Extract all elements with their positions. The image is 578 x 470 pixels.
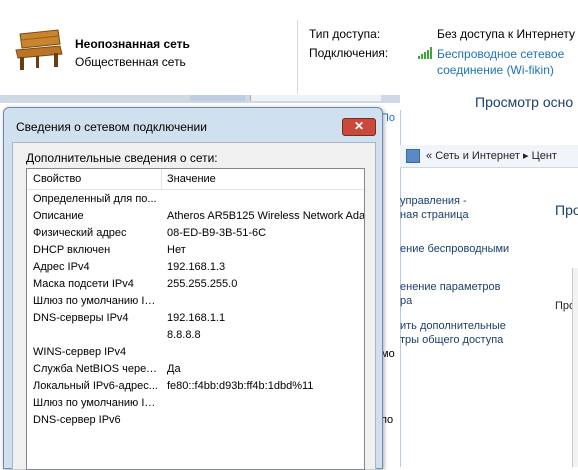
property-cell: Описание	[33, 210, 84, 222]
value-cell: Нет	[167, 244, 186, 256]
value-cell: Да	[167, 363, 181, 375]
table-row[interactable]: Локальный IPv6-адрес... fe80::f4bb:d93b:…	[27, 378, 364, 395]
side-panel	[572, 268, 578, 467]
property-cell: Шлюз по умолчанию IP...	[33, 397, 159, 409]
value-cell: 08-ED-B9-3B-51-6C	[167, 227, 267, 239]
dialog-body: Дополнительные сведения о сети: Свойство…	[12, 142, 376, 470]
connection-link-line2[interactable]: соединение (Wi-fikin)	[437, 62, 577, 78]
column-header-value[interactable]: Значение	[167, 173, 216, 185]
property-cell: Служба NetBIOS через...	[33, 363, 159, 375]
close-button[interactable]: ✕	[342, 118, 376, 136]
value-cell: 192.168.1.3	[167, 261, 226, 273]
table-row[interactable]: WINS-сервер IPv4	[27, 344, 364, 361]
table-row[interactable]: Служба NetBIOS через... Да	[27, 361, 364, 378]
column-header-property[interactable]: Свойство	[33, 173, 81, 185]
sidebar-item[interactable]: ная страница	[400, 208, 469, 222]
divider	[297, 20, 298, 94]
window-tab[interactable]	[190, 95, 245, 101]
property-cell: DNS-серверы IPv4	[33, 312, 129, 324]
sidebar-item[interactable]: управления -	[400, 194, 467, 208]
table-row[interactable]: DNS-серверы IPv4 192.168.1.1	[27, 310, 364, 327]
column-divider[interactable]	[161, 169, 162, 189]
breadcrumb-back[interactable]: «	[426, 150, 432, 162]
text-fragment: По	[381, 112, 396, 124]
table-header: Свойство Значение	[27, 169, 364, 190]
table-row[interactable]: DNS-сервер IPv6	[27, 412, 364, 429]
property-cell: Адрес IPv4	[33, 261, 90, 273]
address-bar[interactable]: « Сеть и Интернет ▸ Цент	[400, 145, 578, 168]
breadcrumb-item[interactable]: Цент	[532, 150, 557, 162]
value-cell: 192.168.1.1	[167, 312, 226, 324]
section-heading: Про	[555, 202, 578, 218]
value-cell: 8.8.8.8	[167, 329, 201, 341]
property-cell: Маска подсети IPv4	[33, 278, 134, 290]
sidebar-item[interactable]: ение беспроводными	[400, 242, 509, 256]
connection-link-line1[interactable]: Беспроводное сетевое	[437, 46, 577, 62]
bench-icon	[15, 29, 63, 70]
table-row[interactable]: 8.8.8.8	[27, 327, 364, 344]
table-row[interactable]: Описание Atheros AR5B125 Wireless Networ…	[27, 208, 364, 225]
details-table[interactable]: Свойство Значение Определенный для по...…	[26, 168, 365, 470]
chevron-right-icon: ▸	[522, 150, 529, 162]
connection-link[interactable]: Беспроводное сетевое соединение (Wi-fiki…	[437, 46, 577, 78]
property-cell: DHCP включен	[33, 244, 111, 256]
sidebar-item[interactable]: ить дополнительные	[400, 319, 506, 333]
network-name: Неопознанная сеть	[75, 37, 190, 51]
property-cell: WINS-сервер IPv4	[33, 346, 127, 358]
details-label: Дополнительные сведения о сети:	[26, 151, 218, 165]
value-cell: Atheros AR5B125 Wireless Network Adap	[167, 210, 365, 222]
network-type[interactable]: Общественная сеть	[75, 55, 186, 69]
connections-label: Подключения:	[309, 46, 389, 60]
access-type-label: Тип доступа:	[309, 27, 381, 41]
table-row[interactable]: Маска подсети IPv4 255.255.255.0	[27, 276, 364, 293]
dialog-title: Сведения о сетевом подключении	[16, 120, 207, 134]
network-folder-icon	[406, 149, 420, 163]
window-tab[interactable]	[250, 95, 381, 101]
value-cell: 255.255.255.0	[167, 278, 238, 290]
table-row[interactable]: Шлюз по умолчанию IP...	[27, 395, 364, 412]
table-row[interactable]: Физический адрес 08-ED-B9-3B-51-6C	[27, 225, 364, 242]
property-cell: DNS-сервер IPv6	[33, 414, 121, 426]
sidebar-item[interactable]: енение параметров	[400, 280, 500, 294]
breadcrumb: « Сеть и Интернет ▸ Цент	[426, 149, 557, 162]
table-row[interactable]: Адрес IPv4 192.168.1.3	[27, 259, 364, 276]
table-row[interactable]: Определенный для по...	[27, 191, 364, 208]
access-type-value: Без доступа к Интернету	[437, 27, 576, 41]
network-status-panel: Неопознанная сеть Общественная сеть Тип …	[0, 0, 578, 95]
close-icon: ✕	[353, 119, 365, 133]
property-cell: Физический адрес	[33, 227, 127, 239]
text-fragment: мо	[381, 348, 395, 360]
breadcrumb-item[interactable]: Сеть и Интернет	[435, 150, 520, 162]
network-details-dialog: Сведения о сетевом подключении ✕ Дополни…	[3, 107, 383, 470]
property-cell: Определенный для по...	[33, 193, 157, 205]
table-row[interactable]: Шлюз по умолчанию IP...	[27, 293, 364, 310]
property-cell: Локальный IPv6-адрес...	[33, 380, 158, 392]
table-row[interactable]: DHCP включен Нет	[27, 242, 364, 259]
page-heading: Просмотр осно	[475, 94, 574, 110]
value-cell: fe80::f4bb:d93b:ff4b:1dbd%11	[167, 380, 314, 392]
wifi-signal-icon	[418, 47, 432, 59]
property-cell: Шлюз по умолчанию IP...	[33, 295, 159, 307]
sidebar-item[interactable]: тры общего доступа	[400, 333, 503, 347]
sidebar-item[interactable]: ра	[400, 294, 412, 308]
